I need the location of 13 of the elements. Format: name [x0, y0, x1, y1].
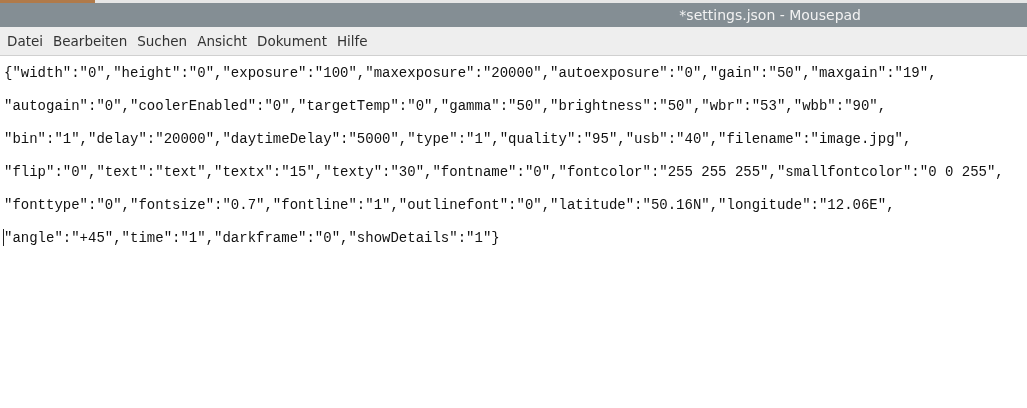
code-line: {"width":"0","height":"0","exposure":"100","maxexposure":"20000","autoexposure":"0","gain":"50","maxgain":"19",: [4, 64, 937, 81]
menu-item[interactable]: Ansicht: [192, 33, 253, 49]
code-line: "fonttype":"0","fontsize":"0.7","fontline":"1","outlinefont":"0","latitude":"50.16N","longitude":"12.06E",: [4, 196, 895, 213]
menu-item[interactable]: Hilfe: [331, 33, 373, 49]
code-line: "angle":"+45","time":"1","darkframe":"0","showDetails":"1"}: [4, 229, 500, 246]
menu-item[interactable]: Dokument: [252, 33, 332, 49]
window-title: *settings.json - Mousepad: [679, 7, 861, 23]
menu-item[interactable]: Datei: [2, 33, 49, 49]
code-line: "flip":"0","text":"text","textx":"15","texty":"30","fontname":"0","fontcolor":"255 255 255","smallfontcolor":"0 0 255",: [4, 163, 1004, 180]
code-line: "autogain":"0","coolerEnabled":"0","targetTemp":"0","gamma":"50","brightness":"50","wbr":"53","wbb":"90",: [4, 97, 887, 114]
menu-item[interactable]: Suchen: [132, 33, 193, 49]
code-line: "bin":"1","delay":"20000","daytimeDelay":"5000","type":"1","quality":"95","usb":"40","filename":"image.jpg",: [4, 130, 912, 147]
menu-item[interactable]: Bearbeiten: [48, 33, 133, 49]
